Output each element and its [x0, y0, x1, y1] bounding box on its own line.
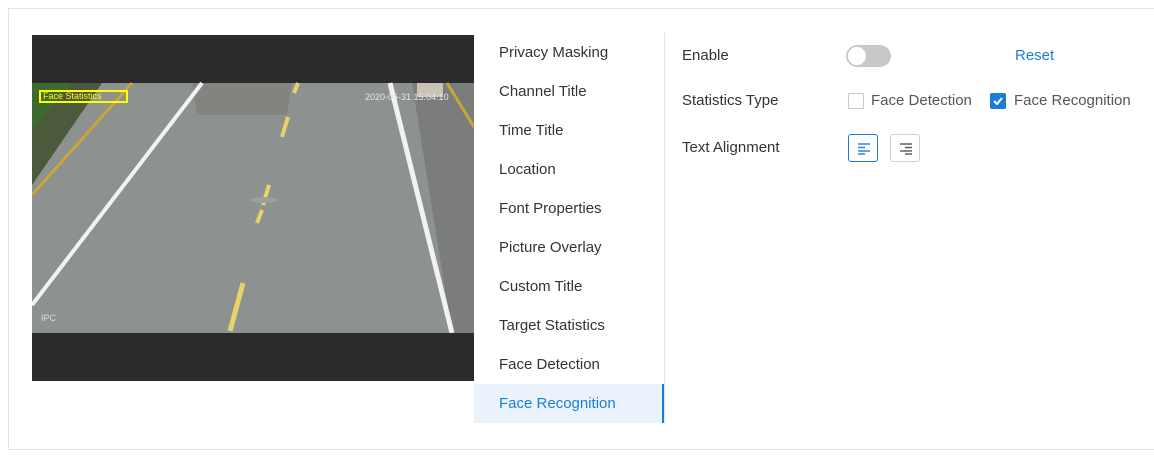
menu-item-privacy-masking[interactable]: Privacy Masking	[474, 33, 664, 72]
time-overlay: 2020-06-31 15:04:10	[365, 92, 449, 102]
channel-overlay: IPC	[41, 313, 57, 323]
menu-item-custom-title[interactable]: Custom Title	[474, 267, 664, 306]
face-detection-option-label[interactable]: Face Detection	[871, 92, 972, 109]
align-right-icon	[900, 143, 912, 155]
statistics-type-label: Statistics Type	[682, 92, 779, 109]
face-recognition-option-label[interactable]: Face Recognition	[1014, 92, 1131, 109]
menu-item-channel-title[interactable]: Channel Title	[474, 72, 664, 111]
menu-item-picture-overlay[interactable]: Picture Overlay	[474, 228, 664, 267]
align-right-button[interactable]	[890, 134, 920, 162]
menu-item-face-recognition[interactable]: Face Recognition	[474, 384, 664, 423]
face-detection-checkbox[interactable]	[848, 93, 864, 109]
align-left-button[interactable]	[848, 134, 878, 162]
video-preview: Face Statistics 2020-06-31 15:04:10 IPC	[32, 35, 474, 381]
toggle-knob	[848, 47, 866, 65]
enable-label: Enable	[682, 47, 729, 64]
road-scene	[32, 35, 474, 381]
enable-toggle[interactable]	[846, 45, 891, 67]
menu-item-location[interactable]: Location	[474, 150, 664, 189]
menu-item-face-detection[interactable]: Face Detection	[474, 345, 664, 384]
menu-item-time-title[interactable]: Time Title	[474, 111, 664, 150]
menu-item-target-statistics[interactable]: Target Statistics	[474, 306, 664, 345]
align-left-icon	[858, 143, 870, 155]
text-alignment-label: Text Alignment	[682, 139, 780, 156]
overlay-menu: Privacy Masking Channel Title Time Title…	[474, 33, 665, 423]
reset-button[interactable]: Reset	[1015, 47, 1054, 64]
face-recognition-checkbox[interactable]	[990, 93, 1006, 109]
menu-item-font-properties[interactable]: Font Properties	[474, 189, 664, 228]
checkmark-icon	[993, 97, 1003, 105]
face-statistics-overlay[interactable]: Face Statistics	[39, 90, 128, 103]
